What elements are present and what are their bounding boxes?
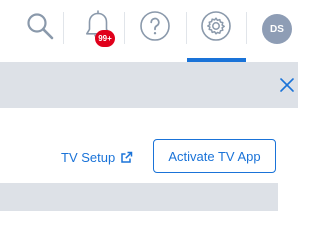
help-icon xyxy=(139,10,171,47)
notifications-button[interactable] xyxy=(76,0,120,56)
settings-button[interactable] xyxy=(196,0,236,56)
close-icon xyxy=(279,78,295,97)
nav-divider xyxy=(124,12,125,44)
notification-count-badge: 99+ xyxy=(95,30,115,47)
user-avatar[interactable]: DS xyxy=(262,14,292,44)
top-navigation-bar: 99+ DS xyxy=(0,0,298,62)
nav-divider xyxy=(63,12,64,44)
external-link-icon xyxy=(120,151,133,164)
content-section-header xyxy=(0,183,278,211)
tv-setup-link[interactable]: TV Setup xyxy=(61,150,133,165)
gear-icon xyxy=(200,10,232,47)
search-button[interactable] xyxy=(22,0,58,56)
notification-banner xyxy=(0,62,298,108)
help-button[interactable] xyxy=(136,0,174,56)
search-icon xyxy=(25,11,55,46)
content-edge xyxy=(278,183,298,211)
nav-divider xyxy=(186,12,187,44)
activate-tv-app-button[interactable]: Activate TV App xyxy=(153,139,276,173)
tv-setup-label: TV Setup xyxy=(61,150,116,165)
nav-divider xyxy=(246,12,247,44)
banner-close-button[interactable] xyxy=(279,77,295,93)
